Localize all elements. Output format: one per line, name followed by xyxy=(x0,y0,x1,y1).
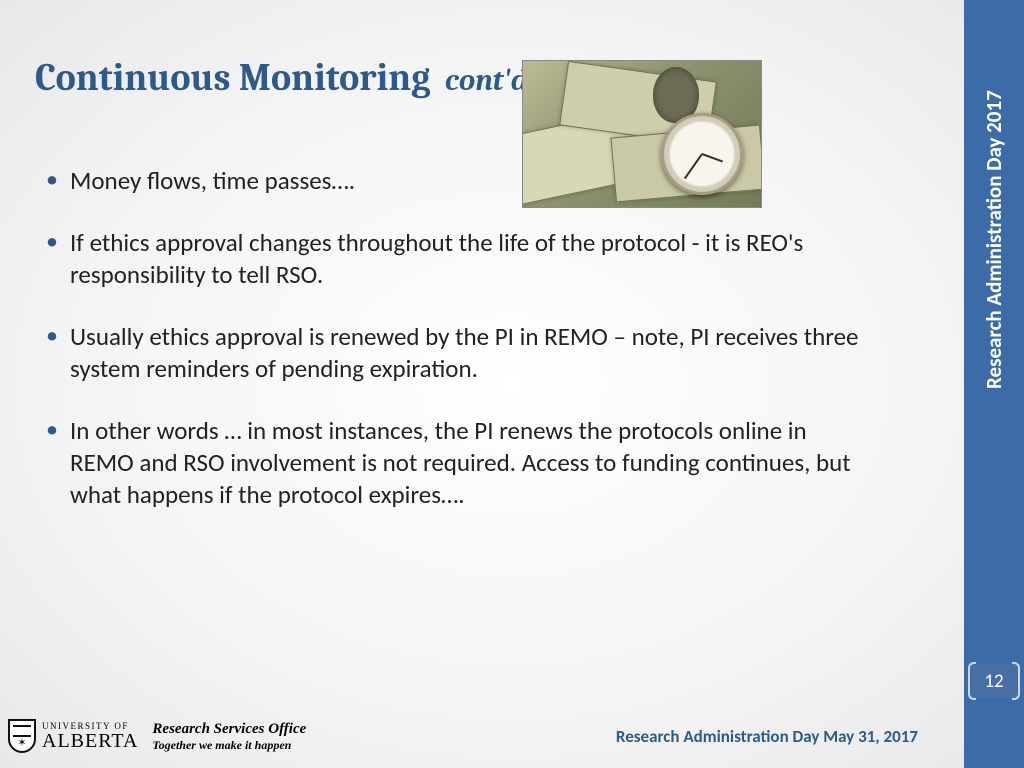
sidebar-vertical-label: Research Administration Day 2017 xyxy=(964,0,1024,540)
university-logo: UNIVERSITY OF ALBERTA xyxy=(8,719,138,753)
office-block: Research Services Office Together we mak… xyxy=(152,720,306,752)
slide: Research Administration Day 2017 12 Cont… xyxy=(0,0,1024,768)
right-sidebar: Research Administration Day 2017 12 xyxy=(964,0,1024,768)
bullet-text: If ethics approval changes throughout th… xyxy=(70,227,803,290)
footer-right-text: Research Administration Day May 31, 2017 xyxy=(616,726,918,747)
footer: UNIVERSITY OF ALBERTA Research Services … xyxy=(0,708,964,768)
logo-bottom-line: ALBERTA xyxy=(42,731,138,751)
office-tagline: Together we make it happen xyxy=(152,738,306,752)
office-name: Research Services Office xyxy=(152,720,306,738)
bullet-text: Usually ethics approval is renewed by th… xyxy=(70,321,858,384)
title-suffix: cont'd xyxy=(445,63,528,98)
slide-title: Continuous Monitoring cont'd xyxy=(35,58,528,100)
crest-icon xyxy=(8,719,36,753)
bullet-text: Money flows, time passes…. xyxy=(70,165,355,196)
list-item: If ethics approval changes throughout th… xyxy=(40,227,860,291)
bullet-list: Money flows, time passes…. If ethics app… xyxy=(40,165,860,541)
bullet-text: In other words … in most instances, the … xyxy=(70,415,851,510)
list-item: Usually ethics approval is renewed by th… xyxy=(40,321,860,385)
title-row: Continuous Monitoring cont'd xyxy=(35,58,935,100)
list-item: Money flows, time passes…. xyxy=(40,165,860,197)
page-number-badge: 12 xyxy=(971,664,1017,698)
list-item: In other words … in most instances, the … xyxy=(40,415,860,511)
title-main-text: Continuous Monitoring xyxy=(35,56,430,100)
